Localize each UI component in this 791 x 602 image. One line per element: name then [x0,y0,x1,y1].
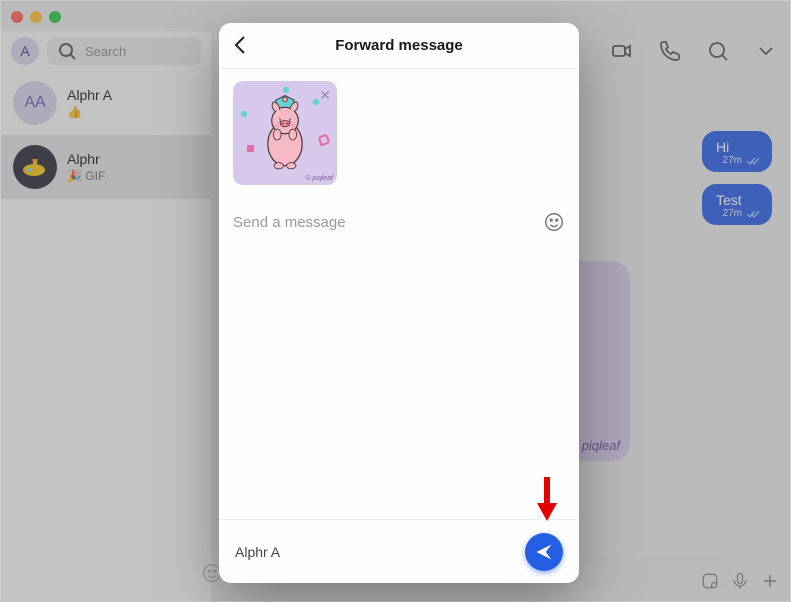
sticker-credit: © piqleaf [305,175,333,182]
forward-recipient: Alphr A [235,544,280,560]
pig-sticker-image [252,94,318,172]
submarine-icon [20,157,50,177]
message-bubble[interactable]: Hi 27m [702,131,772,172]
contact-name: Alphr A [67,87,112,103]
message-text: Hi [716,139,760,155]
read-receipt-icon [746,209,760,219]
plus-icon[interactable] [760,571,780,591]
minimize-window-button[interactable] [30,11,42,23]
send-button[interactable] [525,533,563,571]
message-time: 27m [723,208,742,219]
mic-icon[interactable] [730,571,750,591]
annotation-arrow [533,475,561,528]
sidebar: A Search AA Alphr A 👍 Alphr 🎉 GIF [1,31,211,601]
window-controls [11,11,61,23]
contact-preview: 👍 [67,105,112,119]
zoom-window-button[interactable] [49,11,61,23]
message-time: 27m [723,155,742,166]
message-bubble[interactable]: Test 27m [702,184,772,225]
compose-actions [700,571,780,591]
modal-title: Forward message [335,37,463,54]
me-avatar[interactable]: A [11,37,39,65]
close-window-button[interactable] [11,11,23,23]
conversation-toolbar [610,31,778,71]
back-button[interactable] [229,33,253,57]
forward-message-modal: Forward message ✕ [219,23,579,583]
remove-attachment-button[interactable]: ✕ [319,87,331,104]
sidebar-item-alphr[interactable]: Alphr 🎉 GIF [1,135,211,199]
video-icon[interactable] [610,39,634,63]
sticker-icon[interactable] [700,571,720,591]
contact-preview: 🎉 GIF [67,169,105,183]
messages-outgoing: Hi 27m Test 27m [702,131,772,225]
avatar [13,145,57,189]
contact-name: Alphr [67,151,105,167]
attached-sticker: ✕ © p [233,81,337,185]
search-icon [55,39,79,63]
chevron-down-icon[interactable] [754,39,778,63]
search-icon[interactable] [706,39,730,63]
search-input[interactable]: Search [47,37,201,65]
message-text: Test [716,192,760,208]
emoji-icon[interactable] [543,211,565,233]
forward-message-input[interactable] [233,214,543,231]
watermark: www.deuaq.com [703,547,784,559]
read-receipt-icon [746,156,760,166]
sidebar-item-alphr-a[interactable]: AA Alphr A 👍 [1,71,211,135]
call-icon[interactable] [658,39,682,63]
avatar: AA [13,81,57,125]
search-placeholder: Search [85,44,126,59]
